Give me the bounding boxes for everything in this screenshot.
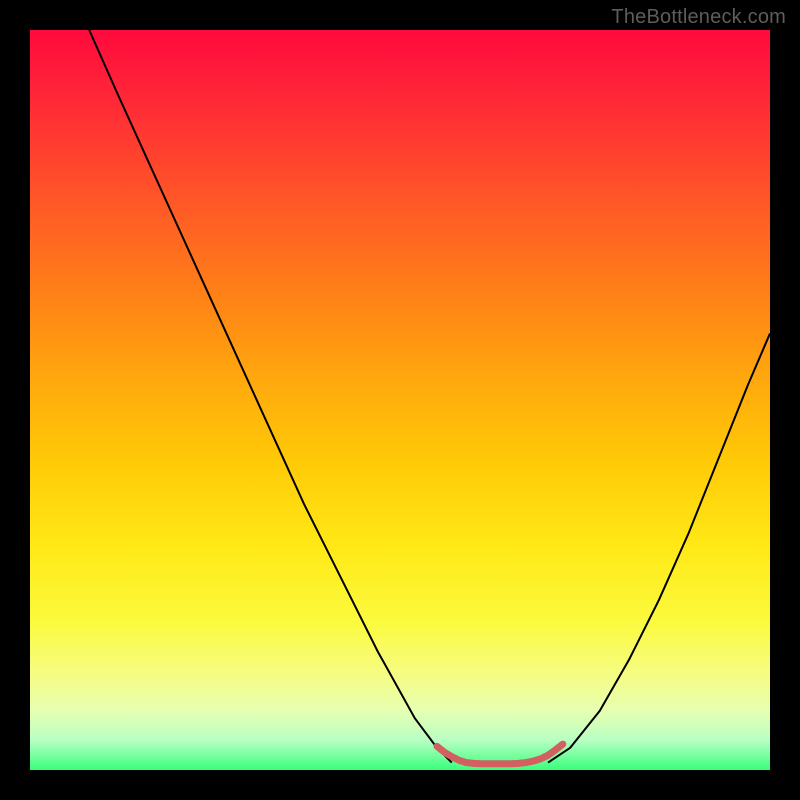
curves-svg — [30, 30, 770, 770]
chart-stage: TheBottleneck.com — [0, 0, 800, 800]
curve-bottom — [437, 744, 563, 764]
plot-area — [30, 30, 770, 770]
watermark-text: TheBottleneck.com — [611, 6, 786, 29]
curve-right — [548, 333, 770, 762]
curve-left — [89, 30, 452, 763]
